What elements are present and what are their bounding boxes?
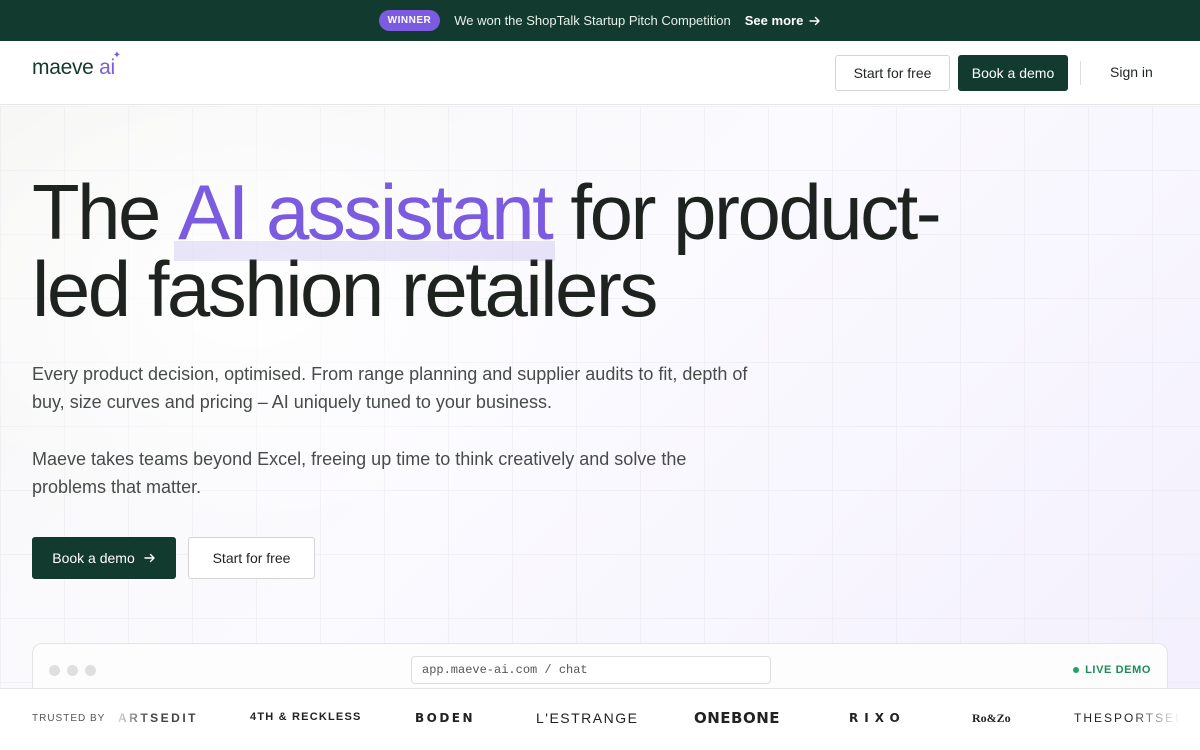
brand-logo-thesportsedit: THESPORTSEDIT [1074,711,1180,725]
hero-book-demo-button[interactable]: Book a demo [32,537,176,579]
nav-start-free-button[interactable]: Start for free [835,55,950,91]
live-demo-label: LIVE DEMO [1085,664,1151,676]
maeve-logo[interactable]: maeve ai ✦ [32,50,121,80]
winner-badge: WINNER [378,10,441,31]
announcement-text: We won the ShopTalk Startup Pitch Compet… [454,13,731,28]
hero-paragraph-1: Every product decision, optimised. From … [32,364,748,412]
trusted-by-strip: TRUSTED BY ARTSEDIT 4TH & RECKLESS BODEN… [0,688,1200,750]
logo-wordmark: maeve [32,56,94,79]
window-dot [67,665,78,676]
live-demo-indicator: LIVE DEMO [1073,664,1151,676]
arrow-right-icon [809,16,821,25]
trusted-by-label: TRUSTED BY [32,713,106,724]
headline-highlight: AI assistant [174,168,556,261]
hero-paragraph-2: Maeve takes teams beyond Excel, freeing … [32,449,687,497]
live-dot-icon [1073,667,1080,673]
hero-section: The AI assistant for product-led fashion… [0,106,1200,750]
arrow-right-icon [144,553,155,563]
nav-divider [1080,61,1081,85]
brand-logo-rixo: RIXO [849,711,906,725]
hero-start-free-button[interactable]: Start for free [188,537,315,579]
logo-ai: ai ✦ [99,50,121,79]
brand-logo-lestrange: L'ESTRANGE [536,710,639,726]
announcement-bar: WINNER We won the ShopTalk Startup Pitch… [0,0,1200,41]
nav-book-demo-button[interactable]: Book a demo [958,55,1068,91]
hero-book-demo-label: Book a demo [52,550,135,566]
brand-logo-boden: BODEN [415,711,476,725]
sign-in-link[interactable]: Sign in [1110,64,1153,80]
window-dot [85,665,96,676]
see-more-link[interactable]: See more [745,13,822,28]
see-more-label: See more [744,13,804,28]
brand-logo-artsedit: ARTSEDIT [118,711,198,725]
hero-headline: The AI assistant for product-led fashion… [32,168,942,333]
sparkle-icon: ✦ [112,50,121,61]
top-nav: maeve ai ✦ Start for free Book a demo Sig… [0,41,1200,105]
brand-logos: ARTSEDIT 4TH & RECKLESS BODEN L'ESTRANGE… [110,689,1180,750]
window-controls [49,665,96,676]
brand-logo-rozo: Ro&Zo [972,711,1011,725]
brand-logo-4th-reckless: 4TH & RECKLESS [250,711,362,723]
url-bar: app.maeve-ai.com / chat [411,656,771,684]
brand-logo-onebone: ONEBONE [694,709,781,727]
window-dot [49,665,60,676]
